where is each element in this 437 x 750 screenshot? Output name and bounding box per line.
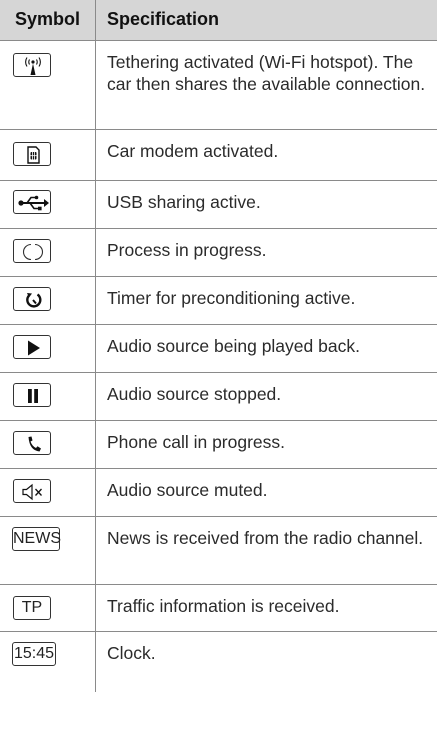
pause-icon [13, 383, 51, 407]
phone-icon [13, 431, 51, 455]
table-row: USB sharing active. [0, 181, 437, 229]
table-row: 15:45 Clock. [0, 632, 437, 692]
symbol-table: Symbol Specification Tethering activated… [0, 0, 437, 692]
table-row: Audio source stopped. [0, 373, 437, 421]
news-badge: NEWS [12, 527, 61, 551]
symbol-cell: TP [0, 585, 96, 631]
symbol-cell: NEWS [0, 517, 96, 584]
symbol-cell [0, 469, 96, 516]
table-row: NEWS News is received from the radio cha… [0, 517, 437, 585]
process-circle-icon [13, 239, 51, 263]
table-row: Process in progress. [0, 229, 437, 277]
table-header: Symbol Specification [0, 0, 437, 41]
table-row: Audio source muted. [0, 469, 437, 517]
table-row: TP Traffic information is received. [0, 585, 437, 632]
specification-text: News is received from the radio channel. [107, 528, 424, 548]
symbol-cell [0, 41, 96, 129]
symbol-cell: 15:45 [0, 632, 96, 692]
table-row: Car modem activated. [0, 130, 437, 181]
symbol-cell [0, 373, 96, 420]
specification-text: Audio source muted. [107, 480, 268, 500]
header-symbol: Symbol [0, 0, 96, 40]
tp-badge: TP [13, 596, 51, 620]
specification-text: Tethering activated (Wi-Fi hotspot). The… [107, 52, 426, 94]
table-row: Phone call in progress. [0, 421, 437, 469]
specification-text: Car modem activated. [107, 141, 279, 161]
table-row: Tethering activated (Wi-Fi hotspot). The… [0, 41, 437, 130]
specification-text: Audio source stopped. [107, 384, 282, 404]
table-row: Timer for preconditioning active. [0, 277, 437, 325]
usb-icon [13, 190, 51, 214]
symbol-cell [0, 325, 96, 372]
header-specification: Specification [107, 9, 220, 29]
car-modem-sim-icon [13, 142, 51, 166]
symbol-cell [0, 130, 96, 180]
specification-text: Audio source being played back. [107, 336, 360, 356]
symbol-cell [0, 181, 96, 228]
speaker-muted-icon [13, 479, 51, 503]
play-icon [13, 335, 51, 359]
symbol-cell [0, 421, 96, 468]
specification-text: Timer for preconditioning active. [107, 288, 356, 308]
specification-text: Clock. [107, 643, 156, 663]
table-row: Audio source being played back. [0, 325, 437, 373]
specification-text: Process in progress. [107, 240, 267, 260]
specification-text: Traffic information is received. [107, 596, 340, 616]
specification-text: USB sharing active. [107, 192, 261, 212]
symbol-cell [0, 229, 96, 276]
wifi-hotspot-icon [13, 53, 51, 77]
symbol-cell [0, 277, 96, 324]
specification-text: Phone call in progress. [107, 432, 286, 452]
timer-icon [13, 287, 51, 311]
clock-badge: 15:45 [12, 642, 56, 666]
